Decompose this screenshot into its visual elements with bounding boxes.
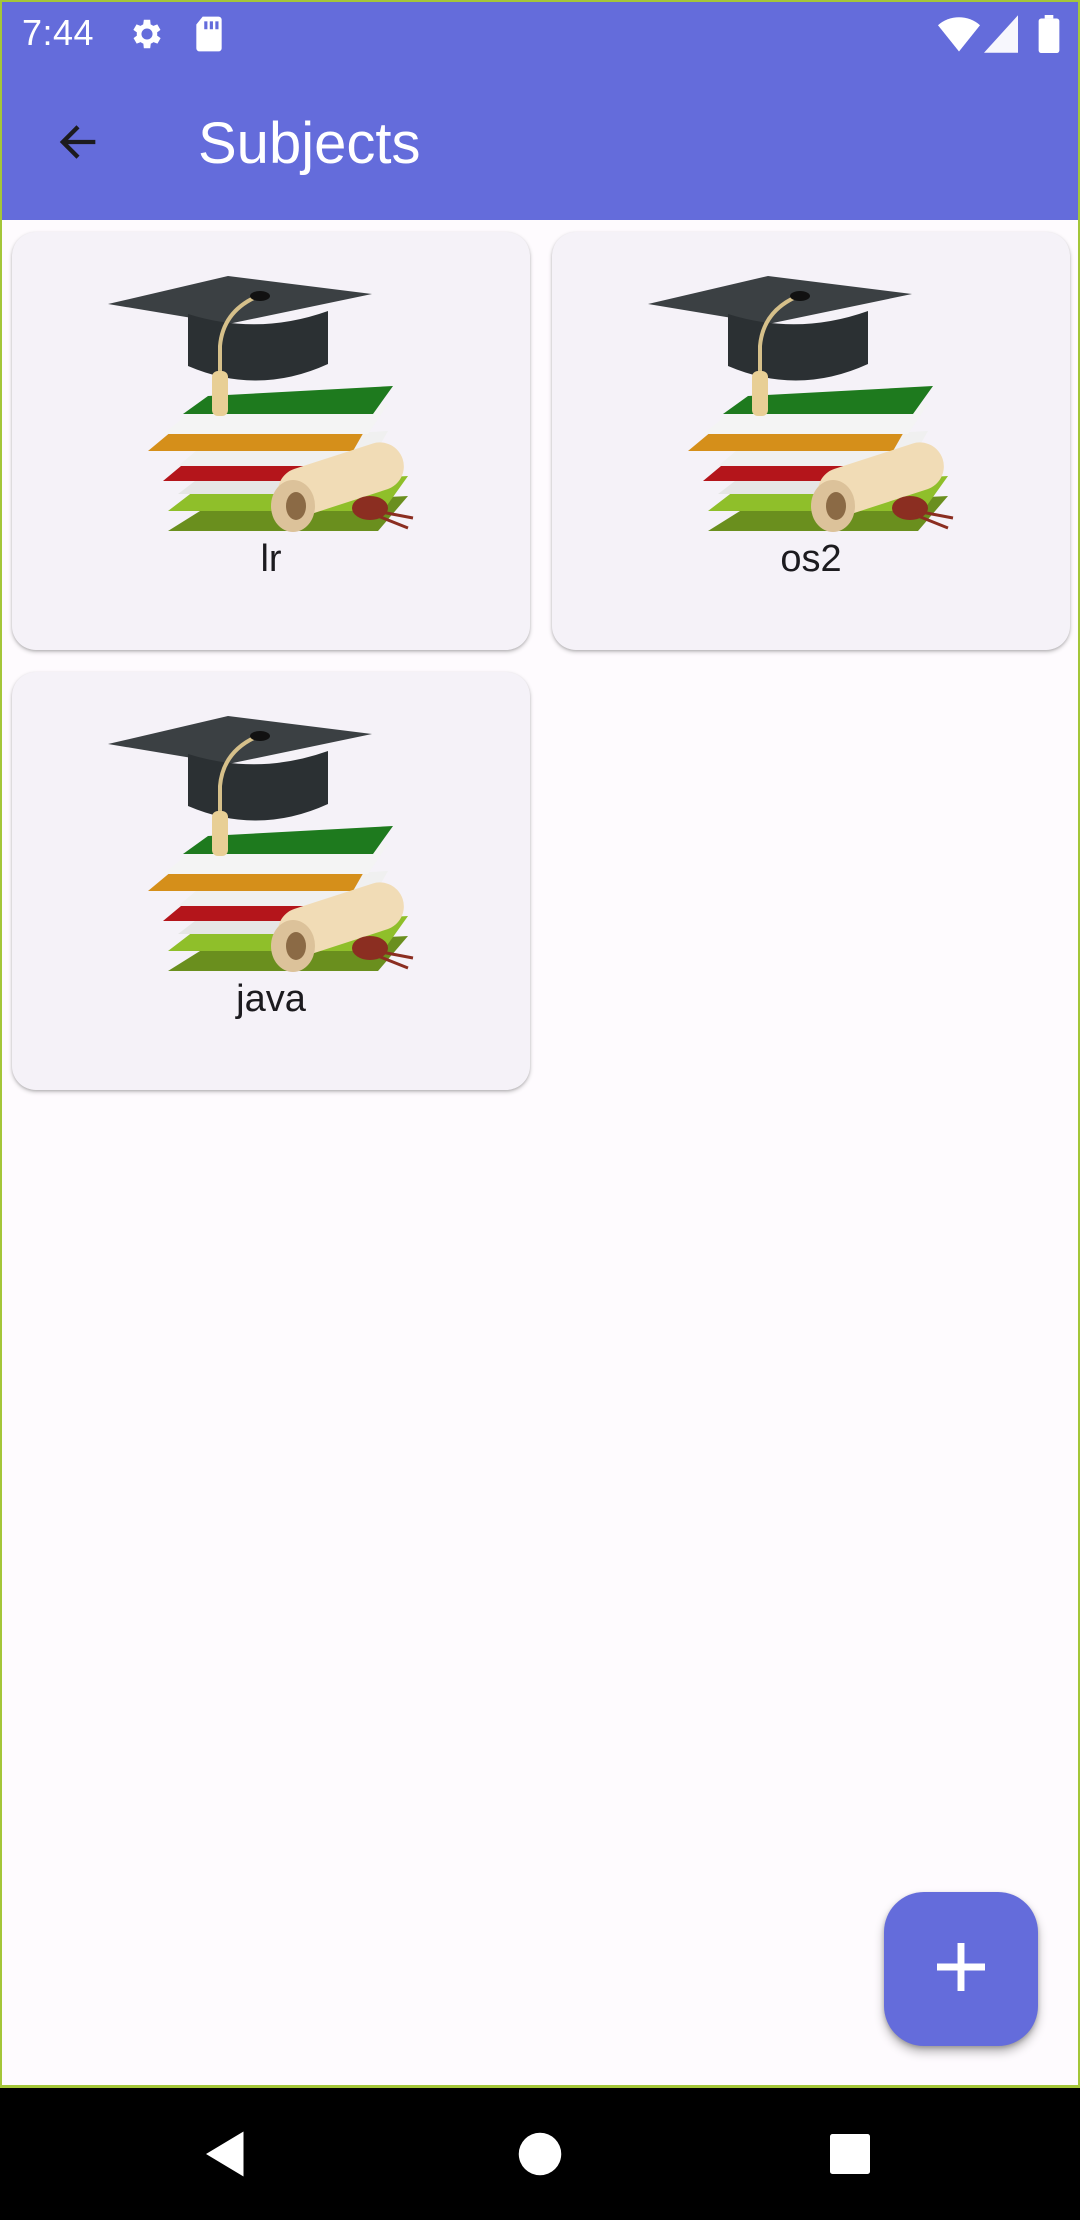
graduation-books-image [648, 276, 954, 532]
subject-card[interactable]: lr [12, 232, 530, 650]
system-navigation-bar [0, 2088, 1080, 2220]
graduation-books-image [108, 716, 414, 972]
subject-card-label: os2 [780, 538, 842, 580]
subject-card-label: lr [260, 538, 282, 580]
graduation-books-image [108, 276, 414, 532]
subject-card[interactable]: java [12, 672, 530, 1090]
settings-icon [128, 15, 166, 58]
sd-card-icon [192, 15, 226, 58]
arrow-back-icon [52, 116, 104, 173]
plus-icon [929, 1935, 993, 2004]
home-circle-icon [510, 2132, 570, 2188]
back-triangle-icon [196, 2131, 256, 2188]
subject-card[interactable]: os2 [552, 232, 1070, 650]
status-bar: 7:44 [2, 2, 1078, 68]
nav-home-button[interactable] [510, 2124, 570, 2184]
top-app-bar: Subjects [2, 68, 1078, 220]
page-title: Subjects [198, 111, 421, 176]
status-time: 7:44 [22, 12, 95, 53]
wifi-icon [938, 15, 980, 58]
add-subject-button[interactable] [884, 1892, 1038, 2046]
app-window: 7:44 Subjects lr os2 java [0, 0, 1080, 2088]
back-button[interactable] [40, 106, 116, 182]
recents-square-icon [820, 2134, 880, 2188]
nav-back-button[interactable] [196, 2124, 256, 2184]
battery-icon [1038, 15, 1060, 58]
nav-recents-button[interactable] [820, 2124, 880, 2184]
subject-card-label: java [236, 978, 306, 1020]
cell-signal-icon [984, 15, 1018, 58]
